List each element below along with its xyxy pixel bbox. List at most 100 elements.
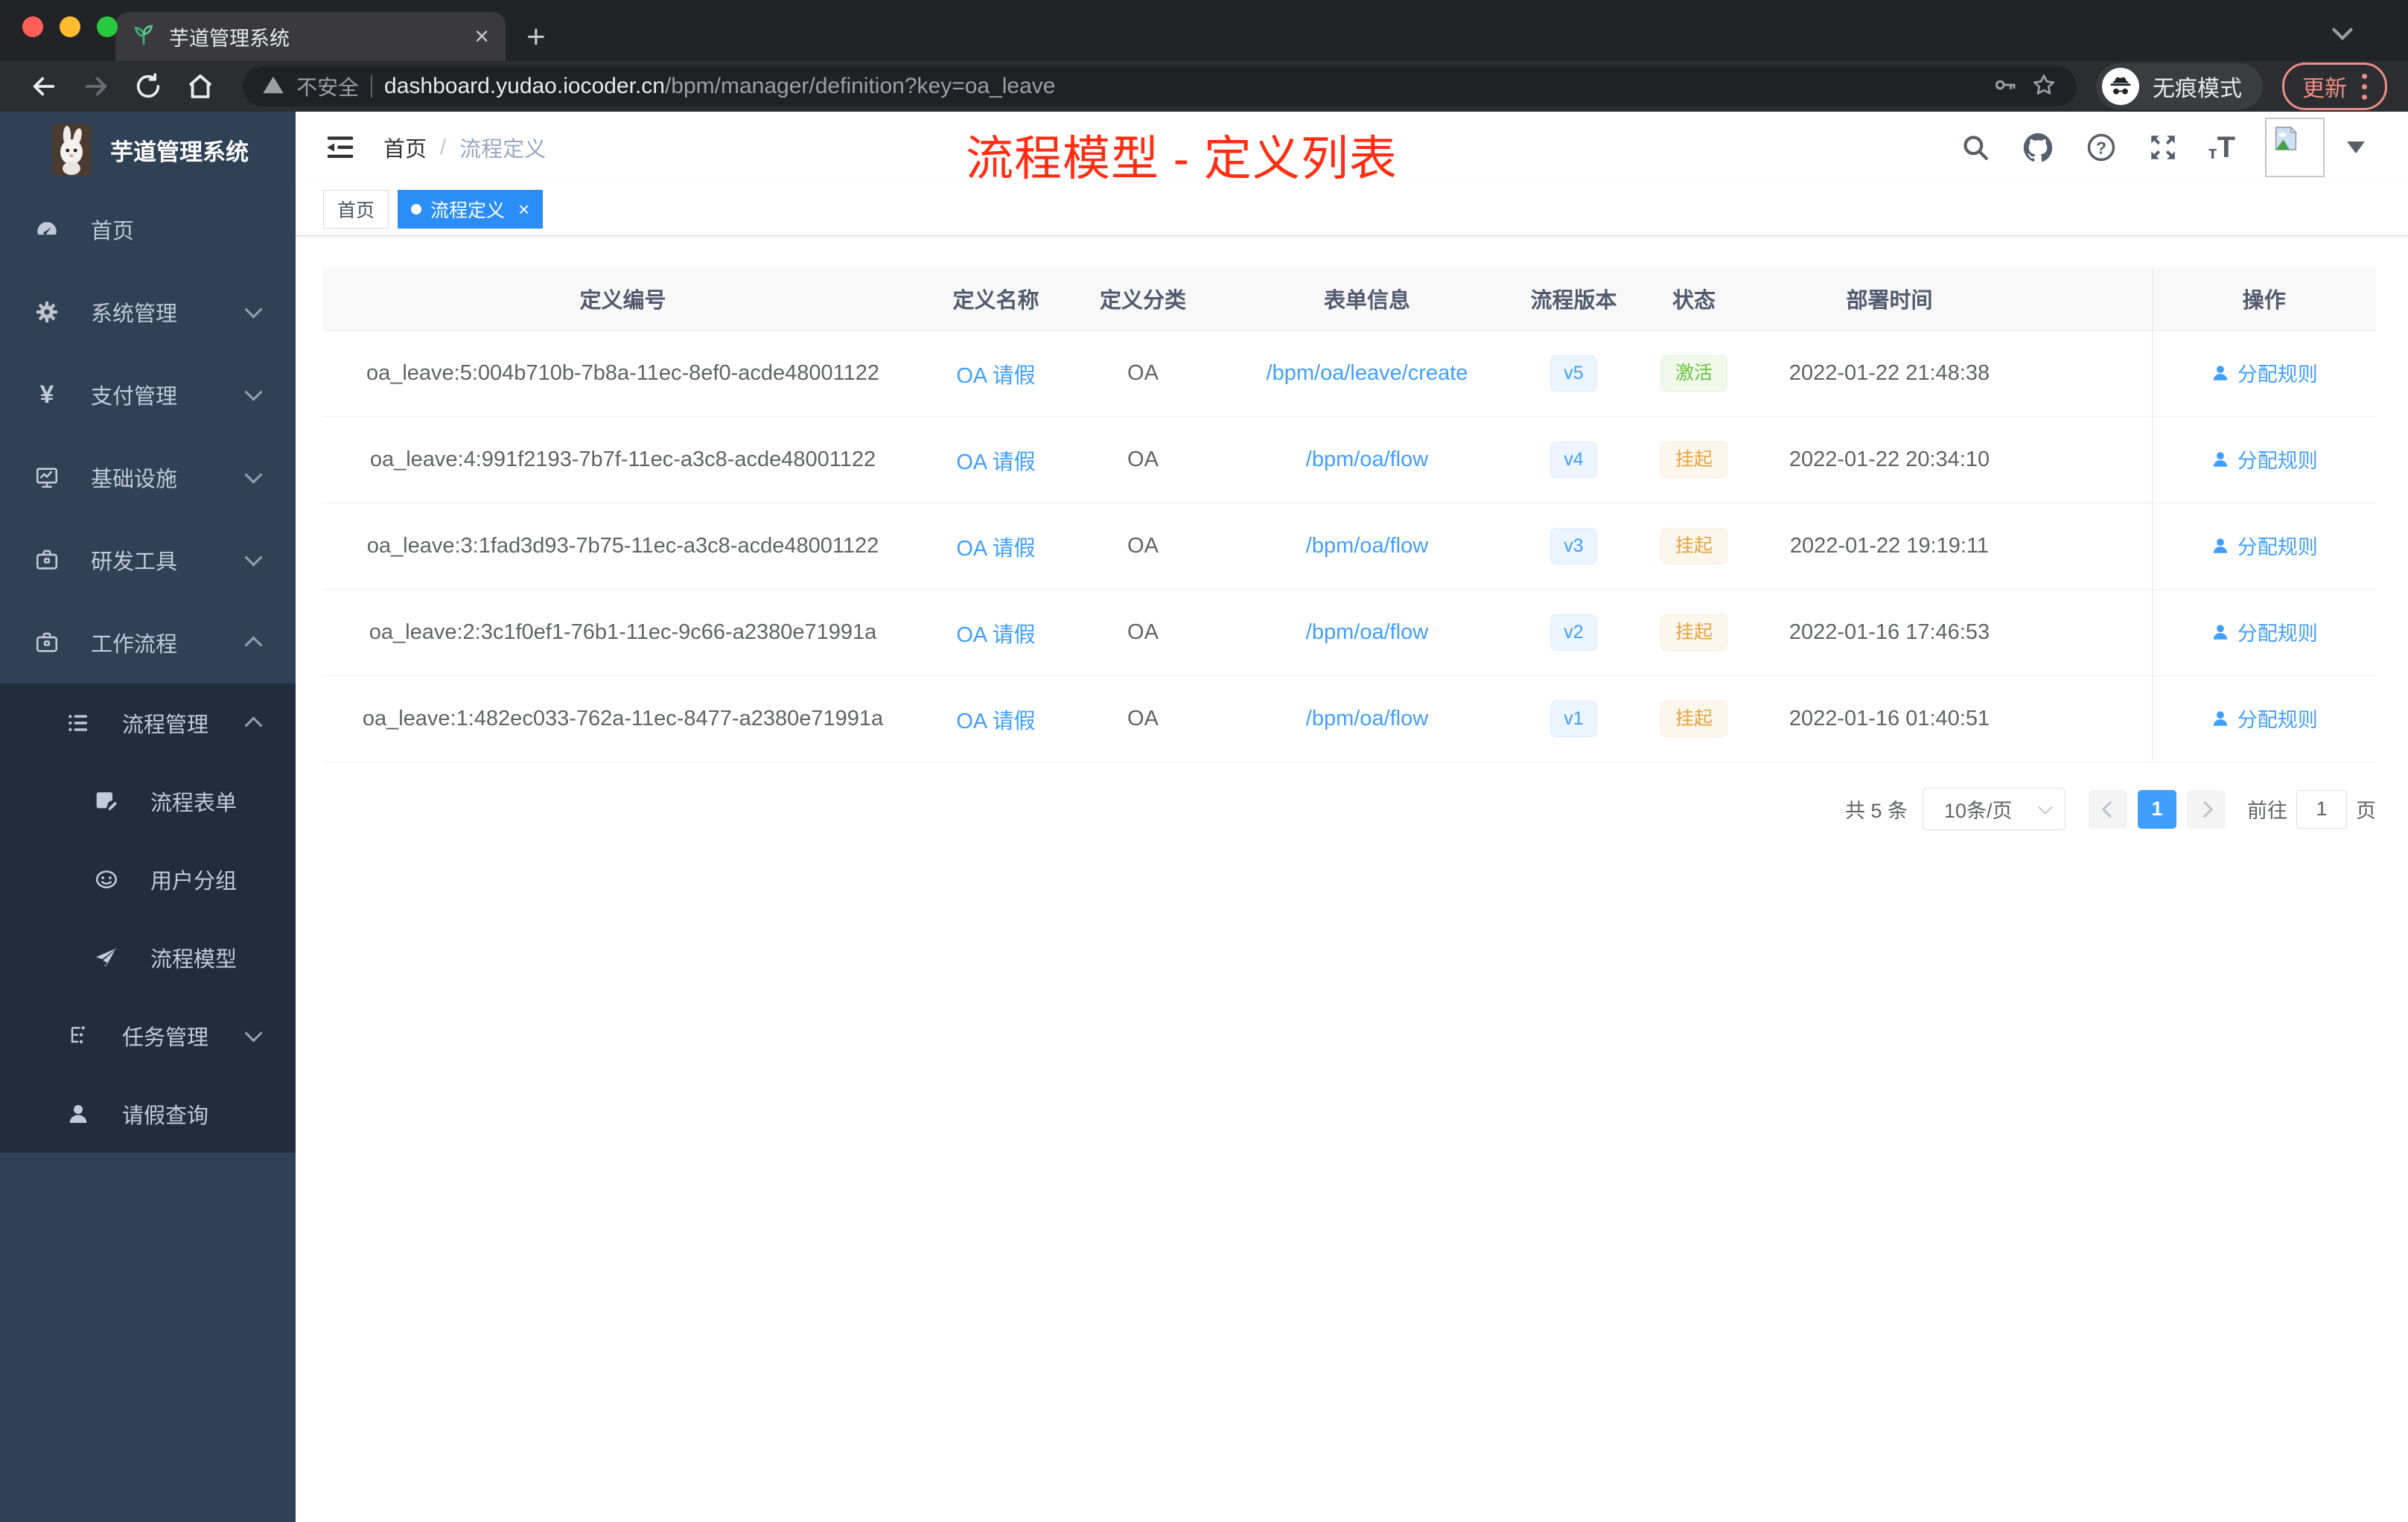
incognito-badge: 无痕模式 <box>2096 63 2263 109</box>
form-link[interactable]: /bpm/oa/flow <box>1306 448 1428 471</box>
gear-icon <box>34 299 60 325</box>
definition-id: oa_leave:3:1fad3d93-7b75-11ec-a3c8-acde4… <box>322 503 923 590</box>
toolbox-icon <box>34 547 60 573</box>
sidebar-collapse-icon[interactable] <box>324 133 357 162</box>
tab-close-icon[interactable]: × <box>474 24 489 49</box>
browser-update-button[interactable]: 更新 <box>2282 63 2387 110</box>
version-badge: v1 <box>1550 701 1597 737</box>
browser-tab[interactable]: 芋道管理系统 × <box>115 12 506 61</box>
minimize-window-button[interactable] <box>60 16 80 37</box>
new-tab-button[interactable]: + <box>526 21 546 54</box>
page-header: 首页 / 流程定义 流程模型 - 定义列表 ? т T <box>296 112 2408 185</box>
browser-menu-icon[interactable] <box>2362 73 2367 100</box>
flow-tree-icon <box>66 1024 91 1048</box>
sidebar-item-infra[interactable]: 基础设施 <box>0 436 296 518</box>
assign-rule-link[interactable]: 分配规则 <box>2211 531 2318 560</box>
user-icon <box>2213 452 2227 467</box>
definition-name-link[interactable]: OA 请假 <box>956 710 1035 733</box>
github-icon[interactable] <box>2021 130 2055 165</box>
definition-id: oa_leave:4:991f2193-7b7f-11ec-a3c8-acde4… <box>322 416 923 503</box>
close-window-button[interactable] <box>22 16 43 37</box>
status-badge: 挂起 <box>1660 442 1727 478</box>
status-badge: 激活 <box>1660 355 1727 392</box>
home-button[interactable] <box>177 71 223 102</box>
page-size-select[interactable]: 10条/页 <box>1923 788 2065 830</box>
sidebar-item-process-mgmt[interactable]: 流程管理 <box>0 684 296 762</box>
tags-view: 首页 流程定义 × <box>296 183 2408 236</box>
definition-name-link[interactable]: OA 请假 <box>956 623 1035 647</box>
avatar-caret-icon[interactable] <box>2347 141 2365 153</box>
security-label[interactable]: 不安全 <box>296 71 359 101</box>
window-controls[interactable] <box>22 16 118 37</box>
breadcrumb-home[interactable]: 首页 <box>383 132 427 163</box>
user-avatar[interactable] <box>2265 118 2325 177</box>
reload-button[interactable] <box>125 71 171 101</box>
incognito-label: 无痕模式 <box>2153 77 2242 101</box>
assign-rule-link[interactable]: 分配规则 <box>2211 704 2318 733</box>
definition-name-link[interactable]: OA 请假 <box>956 537 1035 561</box>
font-size-icon[interactable]: тT <box>2208 133 2235 162</box>
fullscreen-icon[interactable] <box>2147 132 2179 163</box>
sidebar-item-payment[interactable]: ¥ 支付管理 <box>0 353 296 436</box>
next-page-button[interactable] <box>2187 789 2226 829</box>
page-1-button[interactable]: 1 <box>2138 789 2176 829</box>
col-status: 状态 <box>1631 267 1757 331</box>
version-badge: v3 <box>1550 528 1597 564</box>
tag-close-icon[interactable]: × <box>518 200 529 219</box>
col-definition-name: 定义名称 <box>923 267 1068 331</box>
bookmark-star-icon[interactable] <box>2030 71 2057 102</box>
form-link[interactable]: /bpm/oa/flow <box>1306 620 1428 644</box>
paper-plane-icon <box>94 945 119 970</box>
definition-id: oa_leave:5:004b710b-7b8a-11ec-8ef0-acde4… <box>322 330 923 417</box>
chevron-down-icon <box>244 548 263 567</box>
sidebar-item-workflow[interactable]: 工作流程 <box>0 601 296 684</box>
form-link[interactable]: /bpm/oa/flow <box>1306 534 1428 558</box>
tag-home[interactable]: 首页 <box>323 190 389 229</box>
chevron-up-icon <box>244 716 263 734</box>
definition-name-link[interactable]: OA 请假 <box>956 450 1035 474</box>
tab-title: 芋道管理系统 <box>169 27 290 50</box>
sidebar-item-process-model[interactable]: 流程模型 <box>0 918 296 996</box>
tag-process-definition[interactable]: 流程定义 × <box>398 190 544 229</box>
page-unit-label: 页 <box>2356 800 2376 822</box>
password-key-icon[interactable] <box>1992 71 2019 102</box>
svg-text:?: ? <box>2096 138 2106 157</box>
table-row: oa_leave:4:991f2193-7b7f-11ec-a3c8-acde4… <box>322 416 2376 503</box>
forward-button[interactable] <box>73 71 119 102</box>
definition-id: oa_leave:1:482ec033-762a-11ec-8477-a2380… <box>322 675 923 762</box>
status-badge: 挂起 <box>1660 528 1727 564</box>
form-link[interactable]: /bpm/oa/flow <box>1306 707 1428 730</box>
sidebar-item-user-group[interactable]: 用户分组 <box>0 840 296 918</box>
sidebar-logo[interactable]: 芋道管理系统 <box>0 112 296 188</box>
chevron-down-icon <box>244 383 263 401</box>
security-warning-icon[interactable] <box>262 74 284 100</box>
definition-name-link[interactable]: OA 请假 <box>956 364 1035 388</box>
sidebar-item-home[interactable]: 首页 <box>0 188 296 270</box>
assign-rule-link[interactable]: 分配规则 <box>2211 445 2318 474</box>
col-definition-category: 定义分类 <box>1068 267 1217 331</box>
sidebar-item-task-mgmt[interactable]: 任务管理 <box>0 996 296 1074</box>
logo-avatar <box>52 124 91 176</box>
browser-tabstrip: 芋道管理系统 × + <box>0 0 2408 61</box>
sidebar-item-process-form[interactable]: 流程表单 <box>0 762 296 840</box>
table-row: oa_leave:2:3c1f0ef1-76b1-11ec-9c66-a2380… <box>322 589 2376 676</box>
robot-face-icon <box>94 867 119 892</box>
form-link[interactable]: /bpm/oa/leave/create <box>1267 361 1468 385</box>
chevron-up-icon <box>244 635 263 654</box>
sidebar-item-devtools[interactable]: 研发工具 <box>0 518 296 601</box>
sidebar-item-system[interactable]: 系统管理 <box>0 270 296 353</box>
tab-search-icon[interactable] <box>2331 19 2354 42</box>
maximize-window-button[interactable] <box>97 16 118 37</box>
address-bar[interactable]: 不安全 dashboard.yudao.iocoder.cn/bpm/manag… <box>243 66 2077 106</box>
prev-page-button[interactable] <box>2089 789 2127 829</box>
chevron-down-icon <box>244 1024 263 1042</box>
search-icon[interactable] <box>1960 132 1991 163</box>
assign-rule-link[interactable]: 分配规则 <box>2211 358 2318 387</box>
version-badge: v5 <box>1550 355 1597 392</box>
sidebar-item-leave-query[interactable]: 请假查询 <box>0 1074 296 1153</box>
goto-page-input[interactable] <box>2296 789 2347 829</box>
assign-rule-link[interactable]: 分配规则 <box>2211 617 2318 646</box>
url-text[interactable]: dashboard.yudao.iocoder.cn/bpm/manager/d… <box>384 74 1055 99</box>
back-button[interactable] <box>21 71 67 102</box>
help-icon[interactable]: ? <box>2085 131 2118 164</box>
